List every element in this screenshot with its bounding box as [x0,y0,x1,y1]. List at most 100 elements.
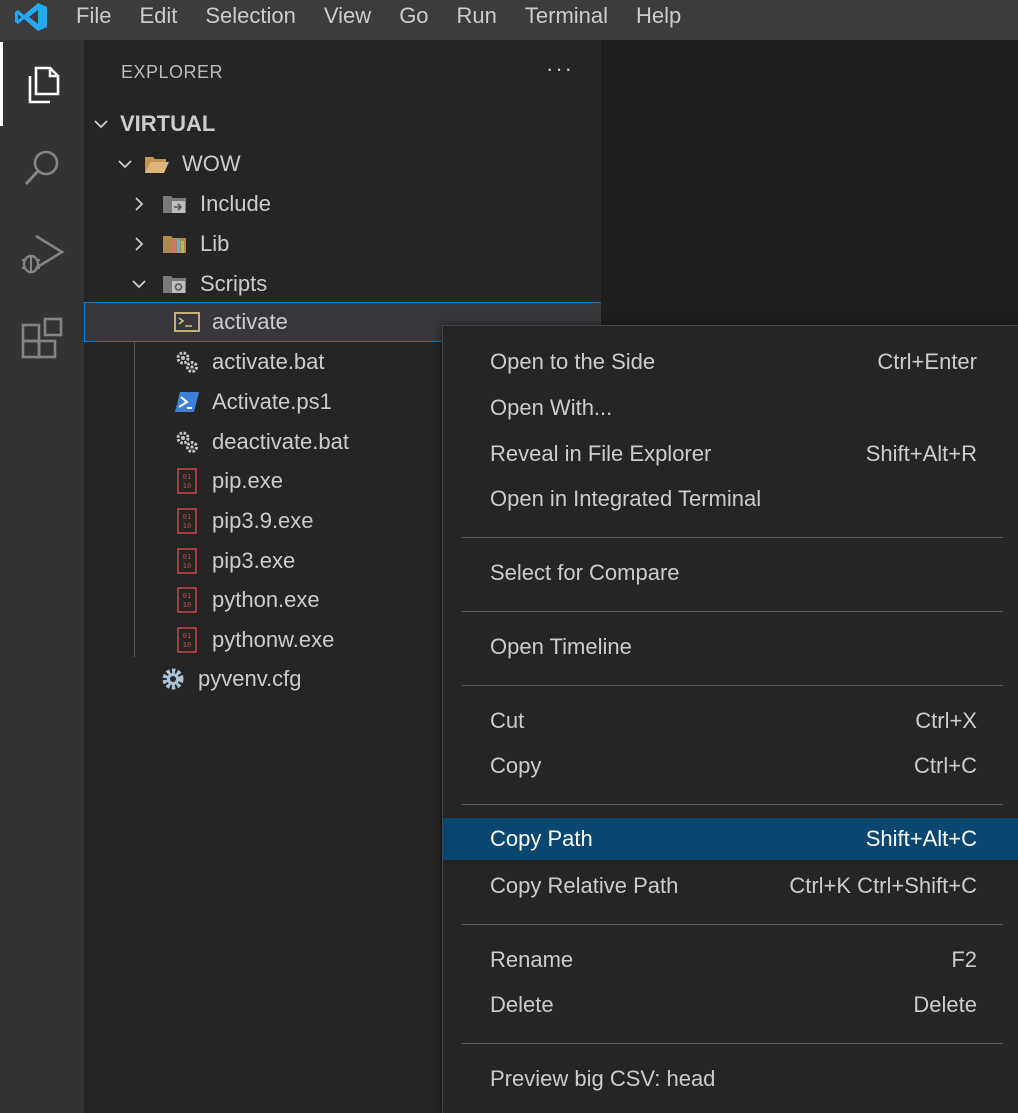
tree-folder-scripts[interactable]: Scripts [84,264,645,304]
settings-file-icon [160,666,186,692]
svg-text:10: 10 [183,601,191,609]
svg-text:01: 01 [183,513,191,521]
menu-item-shortcut: F2 [951,947,977,972]
menu-separator [462,924,1003,925]
menu-copy-relative-path[interactable]: Copy Relative Path Ctrl+K Ctrl+Shift+C [443,865,1018,907]
binary-file-icon: 01 10 [174,627,200,653]
menu-item-label: Open Timeline [490,634,632,659]
activity-bar [0,40,84,1113]
tree-item-label: WOW [182,151,241,176]
extensions-icon [21,317,63,359]
tree-root-virtual[interactable]: VIRTUAL [84,104,607,144]
menu-item-label: Select for Compare [490,560,680,585]
menu-item-shortcut: Ctrl+C [914,753,977,778]
menu-item-label: Copy Path [490,826,593,851]
menu-item-shortcut: Ctrl+Enter [877,349,977,374]
menu-run[interactable]: Run [443,0,511,32]
menu-open-with[interactable]: Open With... [443,387,1018,429]
menu-copy-path[interactable]: Copy Path Shift+Alt+C [443,818,1018,860]
menu-item-label: Open in Integrated Terminal [490,486,762,511]
tree-folder-lib[interactable]: Lib [84,224,645,264]
tree-folder-include[interactable]: Include [84,184,645,224]
activity-search[interactable] [0,126,84,210]
chevron-right-icon [128,193,150,215]
tree-item-label: Scripts [200,271,268,296]
menu-view[interactable]: View [310,0,385,32]
activity-extensions[interactable] [0,298,84,382]
binary-file-icon: 01 10 [174,548,200,574]
gears-file-icon [174,429,200,455]
vscode-logo-icon [15,3,47,31]
tree-item-label: activate [212,309,288,334]
menu-item-label: Copy Relative Path [490,873,679,898]
menu-open-to-side[interactable]: Open to the Side Ctrl+Enter [443,341,1018,383]
tree-item-label: python.exe [212,587,320,612]
menu-item-label: Rename [490,947,574,972]
menu-item-shortcut: Delete [913,992,977,1017]
menu-item-shortcut: Ctrl+K Ctrl+Shift+C [789,873,977,898]
menu-reveal-in-file-explorer[interactable]: Reveal in File Explorer Shift+Alt+R [443,433,1018,475]
menu-delete[interactable]: Delete Delete [443,984,1018,1026]
menu-item-label: Preview big CSV: head [490,1066,716,1091]
svg-text:10: 10 [183,641,191,649]
menu-item-shortcut: Ctrl+X [915,708,977,733]
explorer-icon [28,66,59,104]
activity-run-debug[interactable] [0,212,84,296]
chevron-down-icon [114,153,136,175]
menu-separator [462,537,1003,538]
folder-lib-icon [162,231,188,257]
tree-item-label: pip3.exe [212,548,296,573]
tree-item-label: pip3.9.exe [212,508,314,533]
menu-selection[interactable]: Selection [191,0,310,32]
menu-item-label: Reveal in File Explorer [490,441,712,466]
menu-separator [462,685,1003,686]
svg-text:10: 10 [183,562,191,570]
chevron-right-icon [128,233,150,255]
tree-folder-wow[interactable]: WOW [84,144,631,184]
more-actions-icon[interactable]: ··· [546,56,574,82]
menu-item-label: Copy [490,753,542,778]
menu-go[interactable]: Go [385,0,442,32]
gears-file-icon [174,349,200,375]
binary-file-icon: 01 10 [174,587,200,613]
menu-edit[interactable]: Edit [125,0,191,32]
menu-open-in-integrated-terminal[interactable]: Open in Integrated Terminal [443,478,1018,520]
title-bar: File Edit Selection View Go Run Terminal… [0,0,1018,40]
tree-item-label: pythonw.exe [212,627,335,652]
svg-text:01: 01 [183,592,191,600]
chevron-down-icon [90,113,112,135]
tree-item-label: Activate.ps1 [212,389,332,414]
svg-text:10: 10 [183,522,191,530]
tree-item-label: pyvenv.cfg [198,666,302,691]
tree-item-label: Include [200,191,271,216]
binary-file-icon: 01 10 [174,508,200,534]
menu-separator [462,804,1003,805]
explorer-title: EXPLORER [121,62,224,82]
menu-terminal[interactable]: Terminal [511,0,622,32]
run-debug-icon [22,234,65,274]
menu-copy[interactable]: Copy Ctrl+C [443,745,1018,787]
menu-file[interactable]: File [62,0,125,32]
menu-rename[interactable]: Rename F2 [443,939,1018,981]
terminal-file-icon [174,309,200,335]
context-menu: Open to the Side Ctrl+Enter Open With...… [442,325,1018,1113]
menu-item-shortcut: Shift+Alt+C [865,826,977,851]
binary-file-icon: 01 10 [174,468,200,494]
svg-text:01: 01 [183,553,191,561]
menu-preview-big-csv-head[interactable]: Preview big CSV: head [443,1058,1018,1100]
powershell-file-icon [174,389,200,415]
menu-item-shortcut: Shift+Alt+R [865,441,977,466]
activity-explorer[interactable] [0,42,84,126]
menu-bar: File Edit Selection View Go Run Terminal… [62,0,695,32]
menu-open-timeline[interactable]: Open Timeline [443,626,1018,668]
folder-scripts-icon [162,271,188,297]
menu-select-for-compare[interactable]: Select for Compare [443,552,1018,594]
svg-text:10: 10 [183,482,191,490]
svg-text:01: 01 [183,473,191,481]
menu-cut[interactable]: Cut Ctrl+X [443,700,1018,742]
menu-help[interactable]: Help [622,0,695,32]
tree-item-label: activate.bat [212,349,325,374]
menu-separator [462,1043,1003,1044]
folder-include-icon [162,191,188,217]
tree-root-label: VIRTUAL [120,111,216,136]
